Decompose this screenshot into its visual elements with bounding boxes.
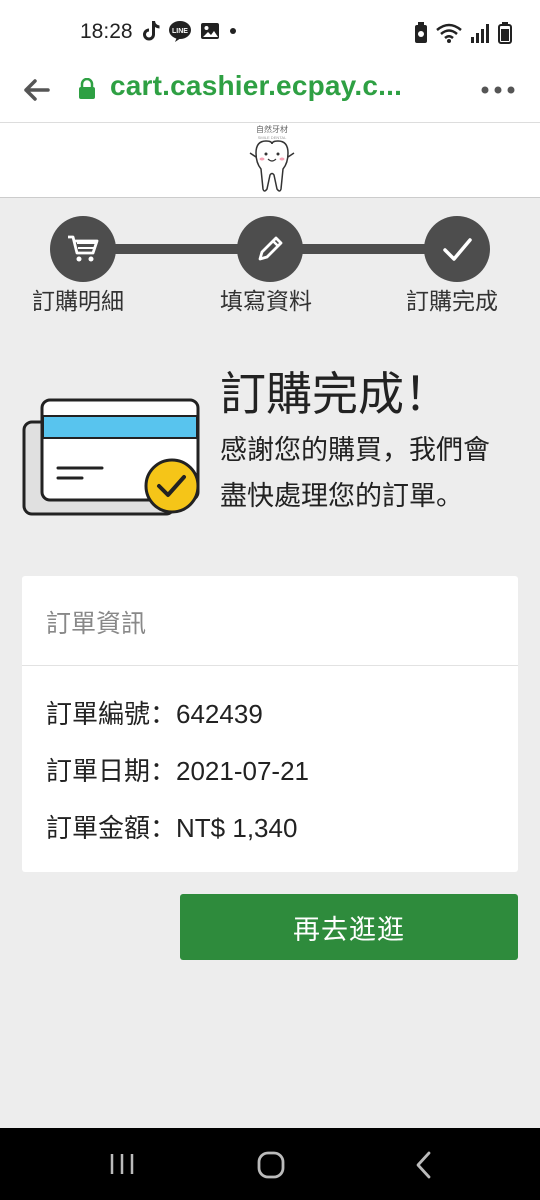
order-amount-label: 訂單金額：: [46, 814, 177, 844]
order-date-label: 訂單日期：: [46, 757, 177, 787]
signal-icon: [471, 24, 489, 43]
dot-icon: [230, 28, 236, 34]
more-options-icon[interactable]: [480, 80, 516, 100]
step-circle-2: [237, 216, 303, 282]
battery-saver-icon: [415, 22, 427, 43]
pencil-icon: [258, 236, 283, 261]
svg-text:LINE: LINE: [172, 28, 188, 35]
nav-back-icon[interactable]: [412, 1150, 436, 1180]
order-amount-row: 訂單金額：NT$ 1,340: [46, 808, 297, 845]
system-nav-bar: [0, 1128, 540, 1200]
svg-text:SMILE DENTAL: SMILE DENTAL: [258, 135, 287, 140]
tiktok-icon: [143, 21, 160, 41]
status-left-icons: LINE: [142, 20, 238, 42]
step-circle-3: [424, 216, 490, 282]
line-icon: LINE: [169, 21, 191, 42]
order-steps: 訂購明細 填寫資料 訂購完成: [0, 210, 540, 320]
check-icon: [443, 238, 472, 261]
cart-icon: [68, 235, 99, 262]
lock-icon: [79, 78, 95, 99]
back-arrow-icon[interactable]: [20, 74, 52, 106]
status-right-icons: [414, 22, 512, 44]
step-label-1: 訂購明細: [32, 289, 124, 315]
browser-url-bar: cart.cashier.ecpay.c...: [0, 64, 540, 122]
status-bar: 18:28 LINE: [0, 0, 540, 64]
step-circle-1: [50, 216, 116, 282]
status-time: 18:28: [80, 20, 133, 43]
recent-apps-icon[interactable]: [108, 1150, 136, 1178]
credit-card-check-illustration: [22, 398, 200, 516]
battery-icon: [498, 22, 512, 44]
continue-shopping-button[interactable]: 再去逛逛: [180, 894, 518, 960]
step-label-2: 填寫資料: [220, 289, 312, 315]
tooth-logo[interactable]: 自然牙材 SMILE DENTAL: [234, 123, 310, 199]
order-complete-message: 感謝您的購買，我們會盡快處理您的訂單。: [220, 435, 490, 512]
order-date-row: 訂單日期：2021-07-21: [46, 751, 309, 788]
order-date-value: 2021-07-21: [176, 756, 310, 786]
url-text[interactable]: cart.cashier.ecpay.c...: [110, 70, 402, 102]
order-complete-title: 訂購完成！: [220, 367, 450, 421]
wifi-icon: [436, 23, 462, 43]
order-number-row: 訂單編號：642439: [46, 694, 263, 731]
gallery-icon: [201, 23, 219, 39]
svg-text:自然牙材: 自然牙材: [256, 124, 288, 134]
order-amount-value: NT$ 1,340: [176, 813, 298, 843]
order-number-label: 訂單編號：: [46, 700, 177, 730]
order-info-heading: 訂單資訊: [22, 576, 518, 666]
site-header: 自然牙材 SMILE DENTAL: [0, 122, 540, 198]
home-icon[interactable]: [256, 1150, 286, 1180]
step-label-3: 訂購完成: [406, 289, 498, 315]
order-info-card: 訂單資訊 訂單編號：642439 訂單日期：2021-07-21 訂單金額：NT…: [22, 576, 518, 872]
order-number-value: 642439: [176, 699, 263, 729]
